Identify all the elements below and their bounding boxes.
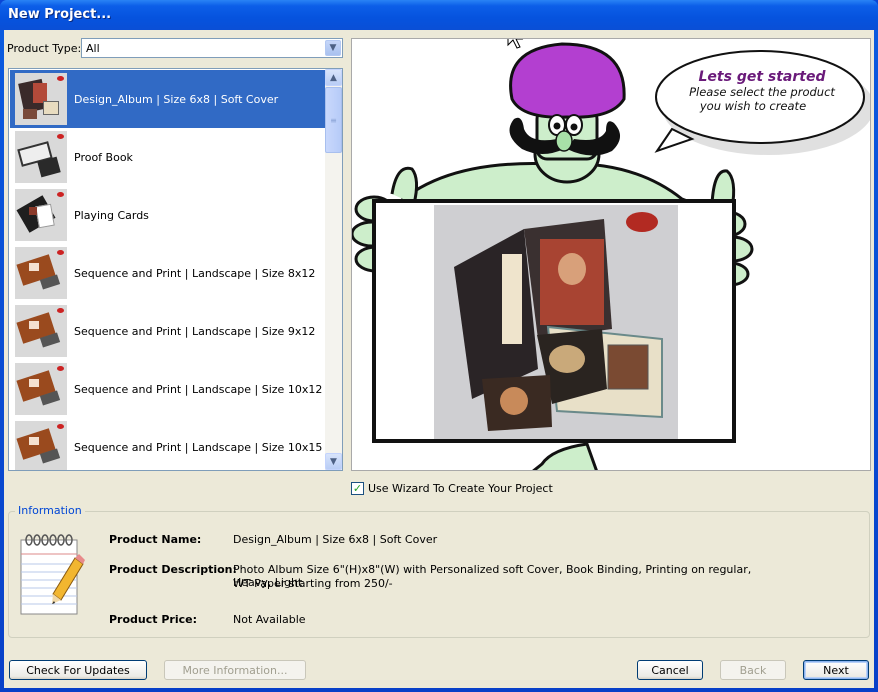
more-information-button[interactable]: More Information... (164, 660, 306, 680)
list-item-label: Proof Book (74, 150, 133, 164)
use-wizard-checkbox[interactable]: ✓ Use Wizard To Create Your Project (351, 482, 553, 495)
product-type-dropdown[interactable]: All ▼ (81, 38, 343, 58)
product-description-line-2: WT Paper starting from 250/- (233, 577, 393, 590)
list-item-sequence-10x12[interactable]: Sequence and Print | Landscape | Size 10… (10, 360, 326, 418)
scrollbar-thumb[interactable]: ≡ (325, 87, 342, 153)
chevron-down-icon: ▼ (330, 456, 337, 467)
cancel-button[interactable]: Cancel (637, 660, 703, 680)
album-thumbnail (15, 73, 67, 125)
list-item-label: Playing Cards (74, 208, 149, 222)
sequence-print-thumbnail (15, 305, 67, 357)
sequence-print-thumbnail (15, 247, 67, 299)
chevron-down-icon[interactable]: ▼ (325, 40, 341, 56)
list-item-label: Sequence and Print | Landscape | Size 8x… (74, 266, 316, 280)
brand-badge (626, 212, 658, 232)
scroll-down-button[interactable]: ▼ (325, 453, 342, 470)
list-item-design-album[interactable]: Design_Album | Size 6x8 | Soft Cover (10, 70, 326, 128)
next-button[interactable]: Next (803, 660, 869, 680)
sequence-print-thumbnail (15, 421, 67, 470)
product-preview: Lets get started Please select the produ… (351, 38, 871, 471)
list-item-proof-book[interactable]: Proof Book (10, 128, 326, 186)
check-for-updates-button[interactable]: Check For Updates (9, 660, 147, 680)
information-legend: Information (15, 504, 85, 517)
chevron-up-icon: ▲ (330, 72, 337, 83)
scroll-up-button[interactable]: ▲ (325, 69, 342, 86)
bubble-line-1: Please select the product (689, 85, 835, 99)
back-button[interactable]: Back (720, 660, 786, 680)
product-name-value: Design_Album | Size 6x8 | Soft Cover (233, 533, 438, 546)
new-project-dialog: New Project... Product Type: All ▼ Desig… (0, 0, 878, 692)
list-scrollbar[interactable]: ▲ ≡ ▼ (325, 69, 342, 470)
list-item-label: Design_Album | Size 6x8 | Soft Cover (74, 92, 279, 106)
mouse-cursor-icon (507, 39, 524, 49)
window-title: New Project... (8, 7, 112, 22)
list-item-sequence-9x12[interactable]: Sequence and Print | Landscape | Size 9x… (10, 302, 326, 360)
product-list[interactable]: Design_Album | Size 6x8 | Soft Cover Pro… (8, 68, 343, 471)
bubble-text: Lets get started Please select the produ… (657, 69, 867, 113)
title-bar[interactable]: New Project... (0, 0, 878, 30)
list-item-sequence-10x15[interactable]: Sequence and Print | Landscape | Size 10… (10, 418, 326, 470)
list-item-sequence-8x12[interactable]: Sequence and Print | Landscape | Size 8x… (10, 244, 326, 302)
list-item-playing-cards[interactable]: Playing Cards (10, 186, 326, 244)
proof-book-thumbnail (15, 131, 67, 183)
notepad-pencil-icon (20, 534, 85, 615)
list-item-label: Sequence and Print | Landscape | Size 9x… (74, 324, 316, 338)
product-price-value: Not Available (233, 613, 306, 626)
product-type-value: All (86, 42, 100, 55)
bubble-line-2: you wish to create (699, 99, 807, 113)
list-item-label: Sequence and Print | Landscape | Size 10… (74, 440, 323, 454)
mascot-turban (509, 42, 626, 119)
product-price-label: Product Price: (109, 613, 197, 626)
use-wizard-label: Use Wizard To Create Your Project (368, 482, 553, 495)
sequence-print-thumbnail (15, 363, 67, 415)
product-name-label: Product Name: (109, 533, 202, 546)
dialog-body: Product Type: All ▼ Design_Album | Size … (4, 30, 874, 688)
bubble-title: Lets get started (698, 69, 826, 85)
product-description-label: Product Description: (109, 563, 237, 576)
information-group: Information Product Name: Design_Album |… (8, 504, 870, 638)
checkmark-icon[interactable]: ✓ (351, 482, 364, 495)
playing-cards-thumbnail (15, 189, 67, 241)
list-item-label: Sequence and Print | Landscape | Size 10… (74, 382, 323, 396)
product-type-label: Product Type: (7, 42, 82, 55)
album-preview-image (434, 205, 678, 439)
